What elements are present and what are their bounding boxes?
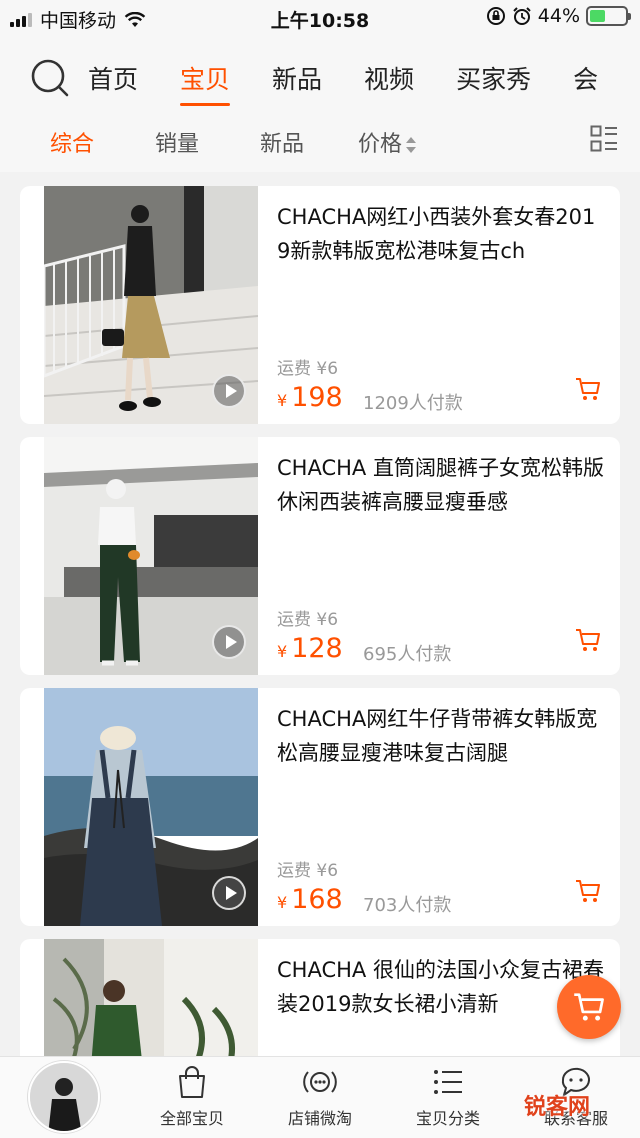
product-card[interactable]: CHACHA 直筒阔腿裤子女宽松韩版休闲西装裤高腰显瘦垂感 运费 ¥6 ¥128…: [20, 437, 620, 675]
tab-new-arrivals[interactable]: 新品: [272, 60, 322, 96]
sort-price-label: 价格: [358, 132, 403, 157]
tab-items[interactable]: 宝贝: [180, 60, 231, 106]
product-image[interactable]: [44, 437, 258, 675]
tab-buyer-show[interactable]: 买家秀: [456, 60, 531, 96]
currency-symbol: ¥: [277, 893, 288, 912]
add-to-cart-icon[interactable]: [575, 878, 601, 904]
shop-nav: 首页 宝贝 新品 视频 买家秀 会: [0, 36, 640, 108]
cart-icon: [574, 993, 604, 1021]
rotation-lock-icon: [486, 7, 505, 25]
shipping-fee: 运费 ¥6: [277, 359, 339, 379]
sales-count: 695人付款: [363, 644, 452, 665]
broadcast-icon: [303, 1071, 337, 1093]
alarm-icon: [513, 7, 531, 25]
sales-count: 1209人付款: [363, 393, 463, 414]
sort-arrows-icon: [406, 137, 417, 153]
bottom-label-shop-feed: 店铺微淘: [287, 1109, 352, 1128]
sort-comprehensive[interactable]: 综合: [50, 126, 94, 158]
add-to-cart-icon[interactable]: [575, 627, 601, 653]
watermark-logo: 锐客网: [524, 1095, 591, 1120]
sales-count: 703人付款: [363, 895, 452, 916]
category-list-icon: [434, 1070, 462, 1094]
item-categories-button[interactable]: 宝贝分类: [393, 1065, 503, 1129]
sort-price[interactable]: 价格: [358, 126, 417, 158]
bottom-label-categories: 宝贝分类: [415, 1109, 480, 1128]
sort-sales[interactable]: 销量: [155, 126, 199, 158]
battery-percent: 44%: [537, 5, 580, 27]
video-play-icon[interactable]: [212, 625, 246, 659]
product-image[interactable]: [44, 186, 258, 424]
shipping-fee: 运费 ¥6: [277, 861, 339, 881]
search-icon[interactable]: [30, 58, 70, 98]
product-title[interactable]: CHACHA 直筒阔腿裤子女宽松韩版休闲西装裤高腰显瘦垂感: [277, 451, 605, 523]
add-to-cart-icon[interactable]: [575, 376, 601, 402]
product-title[interactable]: CHACHA网红小西装外套女春2019新款韩版宽松港味复古ch: [277, 200, 605, 272]
currency-symbol: ¥: [277, 391, 288, 410]
list-layout-icon[interactable]: [590, 125, 618, 153]
sort-new[interactable]: 新品: [260, 126, 304, 158]
price-value: 128: [291, 633, 343, 664]
product-title[interactable]: CHACHA网红牛仔背带裤女韩版宽松高腰显瘦港味复古阔腿: [277, 702, 605, 774]
product-price: ¥128: [277, 633, 343, 664]
sort-bar: 综合 销量 新品 价格: [0, 108, 640, 172]
video-play-icon[interactable]: [212, 374, 246, 408]
shipping-fee: 运费 ¥6: [277, 610, 339, 630]
tab-membership[interactable]: 会: [573, 60, 598, 96]
product-price: ¥168: [277, 884, 343, 915]
shop-avatar[interactable]: [28, 1061, 100, 1133]
all-items-button[interactable]: 全部宝贝: [137, 1065, 247, 1129]
shopping-bag-icon: [179, 1066, 205, 1098]
price-value: 168: [291, 884, 343, 915]
price-value: 198: [291, 382, 343, 413]
status-bar: 中国移动 上午10:58 44%: [0, 0, 640, 36]
tab-videos[interactable]: 视频: [364, 60, 414, 96]
bottom-label-all-items: 全部宝贝: [159, 1109, 224, 1128]
shop-feed-button[interactable]: 店铺微淘: [265, 1065, 375, 1129]
tab-home[interactable]: 首页: [88, 60, 138, 96]
product-image[interactable]: [44, 688, 258, 926]
product-card[interactable]: CHACHA网红小西装外套女春2019新款韩版宽松港味复古ch 运费 ¥6 ¥1…: [20, 186, 620, 424]
floating-cart-button[interactable]: [557, 975, 621, 1039]
product-title[interactable]: CHACHA 很仙的法国小众复古裙春装2019款女长裙小清新: [277, 953, 605, 1025]
currency-symbol: ¥: [277, 642, 288, 661]
battery-icon: [586, 6, 631, 26]
product-card[interactable]: CHACHA网红牛仔背带裤女韩版宽松高腰显瘦港味复古阔腿 运费 ¥6 ¥168 …: [20, 688, 620, 926]
product-price: ¥198: [277, 382, 343, 413]
video-play-icon[interactable]: [212, 876, 246, 910]
